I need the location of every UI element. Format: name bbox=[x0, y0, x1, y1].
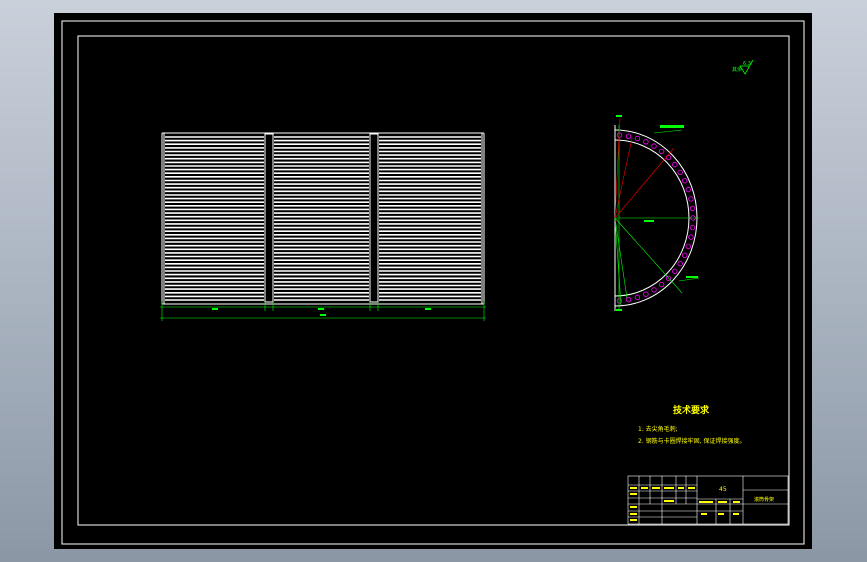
support-ring-2 bbox=[369, 133, 379, 303]
bar-hole bbox=[651, 287, 657, 293]
bar-hole bbox=[677, 260, 683, 267]
bar-hole bbox=[625, 133, 632, 139]
tech-requirement-2: 2. 钢筋与卡圈焊接牢固, 保证焊接强度。 bbox=[638, 437, 745, 445]
drawing-canvas: 其余 6.3 45 滚筒骨架 技术要求 1. 去尖角毛刺; 2. 钢筋与卡圈焊接… bbox=[61, 20, 805, 545]
bar-hole bbox=[658, 148, 665, 155]
bar-hole bbox=[634, 294, 641, 301]
bar-hole bbox=[672, 161, 678, 168]
bar-hole bbox=[658, 281, 665, 288]
bar-hole bbox=[689, 205, 696, 212]
bar-hole bbox=[688, 196, 694, 202]
bar-hole bbox=[677, 169, 683, 176]
bar-hole bbox=[685, 186, 691, 193]
bar-hole bbox=[651, 143, 657, 149]
bar-hole bbox=[685, 243, 691, 250]
cad-viewport[interactable]: 其余 6.3 45 滚筒骨架 技术要求 1. 去尖角毛刺; 2. 钢筋与卡圈焊接… bbox=[54, 13, 812, 549]
bar-hole bbox=[689, 224, 696, 231]
title-block-part-name: 滚筒骨架 bbox=[754, 496, 774, 503]
bar-hole bbox=[682, 177, 688, 184]
steel-bars bbox=[165, 136, 481, 301]
bar-hole bbox=[672, 268, 678, 275]
bar-hole bbox=[643, 139, 649, 145]
surface-roughness-symbol: 其余 6.3 bbox=[732, 59, 754, 75]
drum-front-view bbox=[161, 132, 485, 305]
bar-hole bbox=[688, 234, 694, 240]
ring-side-view bbox=[614, 115, 700, 311]
support-ring-1 bbox=[264, 133, 274, 303]
tech-requirements-heading: 技术要求 bbox=[673, 404, 710, 416]
tech-requirement-1: 1. 去尖角毛刺; bbox=[638, 425, 678, 433]
bar-hole bbox=[643, 291, 649, 297]
bar-hole bbox=[634, 135, 641, 142]
bar-hole bbox=[625, 297, 632, 303]
bar-hole bbox=[682, 252, 688, 258]
title-block-material: 45 bbox=[719, 486, 727, 493]
